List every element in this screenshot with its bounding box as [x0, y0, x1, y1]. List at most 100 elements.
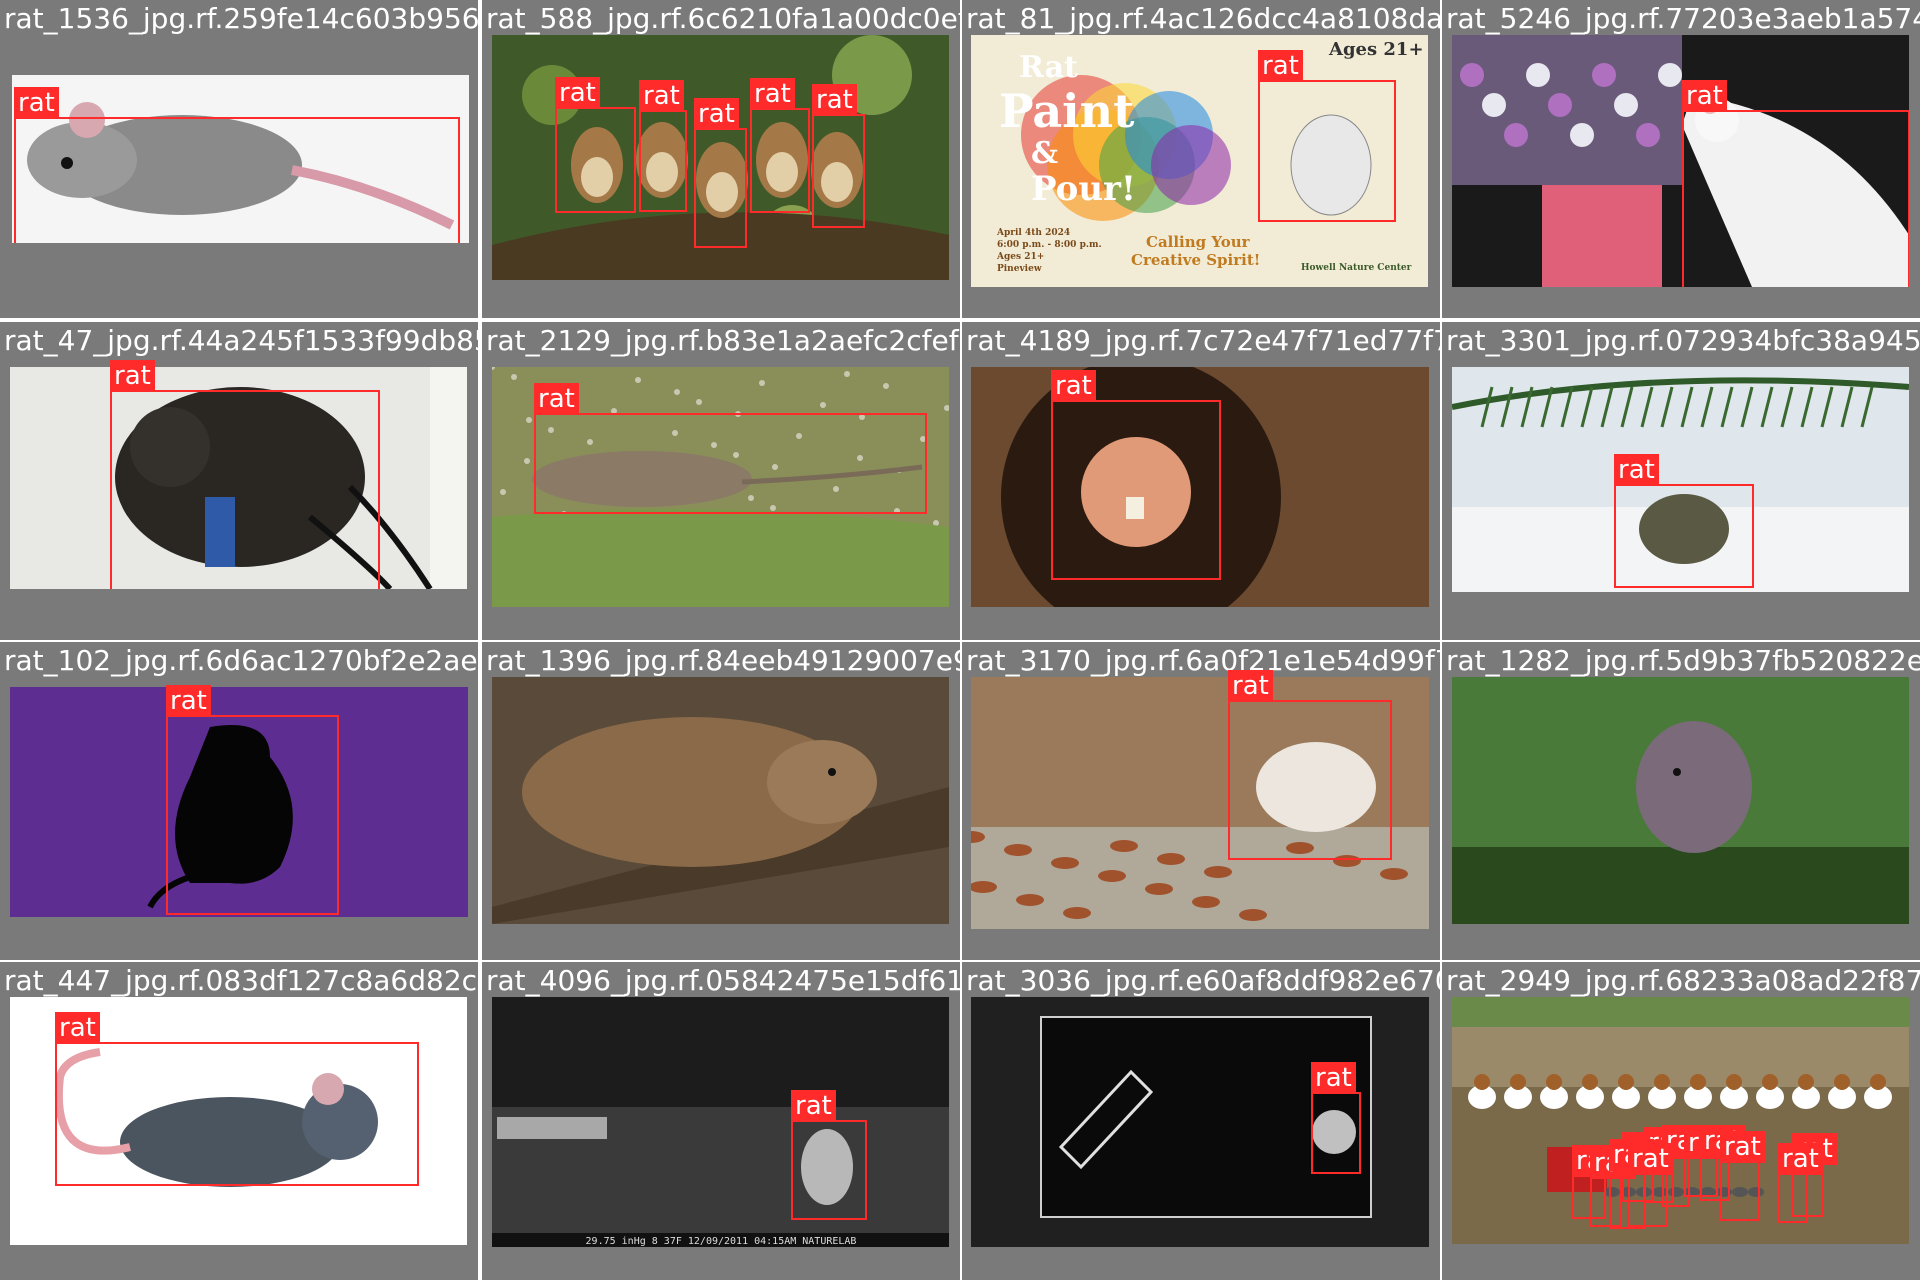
photo	[1452, 35, 1909, 287]
poster-title: Paint	[999, 84, 1135, 138]
gravel	[511, 374, 517, 380]
image-filename: rat_3036_jpg.rf.e60af8ddf982e670a9c12442…	[966, 964, 1440, 997]
terrier-head	[1510, 1074, 1526, 1090]
gravel	[526, 417, 532, 423]
bounding-box	[555, 107, 636, 213]
poster-title: &	[1031, 136, 1058, 171]
box-label: rat	[534, 383, 579, 415]
box-label: rat	[1258, 50, 1303, 82]
box-label: rat	[55, 1012, 100, 1044]
autumn-leaf	[1145, 883, 1173, 895]
poster-ages: Ages 21+	[1328, 39, 1424, 60]
terrier-head	[1762, 1074, 1778, 1090]
image-filename: rat_47_jpg.rf.44a245f1533f99db85a1a92445	[4, 324, 478, 357]
bounding-box	[1311, 1092, 1361, 1174]
box-label: rat	[1628, 1143, 1673, 1175]
image-tile: rat_47_jpg.rf.44a245f1533f99db85a1a92445…	[0, 322, 478, 640]
terrier-head	[1726, 1074, 1742, 1090]
photo	[10, 687, 468, 917]
flower-pot	[1542, 185, 1662, 287]
image-tile: rat_102_jpg.rf.6d6ac1270bf2e2aeb810456d8…	[0, 642, 478, 960]
flower	[1548, 93, 1572, 117]
image-filename: rat_5246_jpg.rf.77203e3aeb1a574	[1446, 2, 1920, 35]
box-label: rat	[639, 80, 684, 112]
photo-scene	[492, 677, 949, 924]
flower	[1460, 63, 1484, 87]
bounding-box	[1720, 1161, 1760, 1221]
autumn-leaf	[1004, 844, 1032, 856]
bounding-box	[1258, 80, 1396, 222]
poster-time: 6:00 p.m. - 8:00 p.m.	[997, 240, 1102, 250]
gravel	[844, 371, 850, 377]
bounding-box	[750, 108, 810, 213]
poster-title: Rat	[1019, 50, 1078, 85]
image-filename: rat_3301_jpg.rf.072934bfc38a9453	[1446, 324, 1920, 357]
image-filename: rat_4096_jpg.rf.05842475e15df61426400089…	[486, 964, 960, 997]
image-filename: rat_3170_jpg.rf.6a0f21e1e54d99f75a1f9257	[966, 644, 1440, 677]
image-filename: rat_1282_jpg.rf.5d9b37fb520822e	[1446, 644, 1920, 677]
box-label: rat	[1720, 1131, 1765, 1163]
photo	[971, 997, 1429, 1247]
autumn-leaf	[1016, 894, 1044, 906]
image-tile: rat_3170_jpg.rf.6a0f21e1e54d99f75a1f9257…	[962, 642, 1440, 960]
box-label: rat	[694, 98, 739, 130]
bounding-box	[791, 1120, 867, 1220]
flower	[1658, 63, 1682, 87]
poster-slogan: Creative Spirit!	[1131, 251, 1260, 269]
terrier-head	[1870, 1074, 1886, 1090]
image-filename: rat_2949_jpg.rf.68233a08ad22f87	[1446, 964, 1920, 997]
image-filename: rat_81_jpg.rf.4ac126dcc4a8108da6af5496a2	[966, 2, 1440, 35]
photo-scene	[1452, 677, 1909, 924]
image-filename: rat_2129_jpg.rf.b83e1a2aefc2cfefe4637569	[486, 324, 960, 357]
detection-grid: rat_1536_jpg.rf.259fe14c603b9565aefe5989…	[0, 0, 1920, 1280]
autumn-leaf	[1204, 866, 1232, 878]
image-filename: rat_1396_jpg.rf.84eeb49129007e9d0696d1f6	[486, 644, 960, 677]
terrier-head	[1474, 1074, 1490, 1090]
poster-org: Howell Nature Center	[1301, 263, 1412, 273]
bounding-box	[694, 128, 747, 248]
box-label: rat	[812, 84, 857, 116]
image-tile: rat_1536_jpg.rf.259fe14c603b9565aefe5989…	[0, 0, 478, 318]
gravel	[820, 402, 826, 408]
image-filename: rat_447_jpg.rf.083df127c8a6d82c5fd961bb	[4, 964, 478, 997]
gravel	[674, 389, 680, 395]
photo	[971, 367, 1429, 607]
image-tile: 29.75 inHg 8 37F 12/09/2011 04:15AM NATU…	[482, 962, 960, 1280]
gravel	[635, 377, 641, 383]
grass	[492, 509, 949, 607]
bounding-box	[166, 715, 339, 915]
image-tile: rat_4189_jpg.rf.7c72e47f71ed77f7752a5501…	[962, 322, 1440, 640]
flower	[1592, 63, 1616, 87]
photo: Rat Paint & Pour! Ages 21+ April 4th 2024 6:00…	[971, 35, 1428, 287]
terrier-head	[1798, 1074, 1814, 1090]
photo	[492, 35, 949, 280]
autumn-leaf	[1239, 909, 1267, 921]
photo-scene: 29.75 inHg 8 37F 12/09/2011 04:15AM NATU…	[492, 997, 949, 1247]
image-tile: rat_5246_jpg.rf.77203e3aeb1a574 rat	[1442, 0, 1920, 318]
water	[1452, 847, 1909, 924]
poster-date: April 4th 2024	[996, 228, 1070, 238]
flower	[1570, 123, 1594, 147]
flower	[1636, 123, 1660, 147]
terrier-head	[1582, 1074, 1598, 1090]
image-tile: Rat Paint & Pour! Ages 21+ April 4th 2024 6:00…	[962, 0, 1440, 318]
image-filename: rat_102_jpg.rf.6d6ac1270bf2e2aeb810456d8	[4, 644, 478, 677]
box-label: rat	[166, 685, 211, 717]
bounding-box	[1682, 110, 1909, 287]
flower	[1482, 93, 1506, 117]
siding-board	[430, 367, 467, 589]
gravel	[524, 458, 530, 464]
flower	[1504, 123, 1528, 147]
box-label: rat	[1228, 670, 1273, 702]
image-filename: rat_1536_jpg.rf.259fe14c603b9565aefe5989…	[4, 2, 478, 35]
autumn-leaf	[1192, 896, 1220, 908]
photo	[492, 677, 949, 924]
box-label: rat	[1311, 1062, 1356, 1094]
autumn-leaf	[1051, 857, 1079, 869]
grass-bg	[1452, 997, 1909, 1027]
terrier-head	[1690, 1074, 1706, 1090]
photo	[971, 677, 1429, 929]
photo	[1452, 367, 1909, 592]
terrier-head	[1834, 1074, 1850, 1090]
photo	[1452, 997, 1909, 1244]
